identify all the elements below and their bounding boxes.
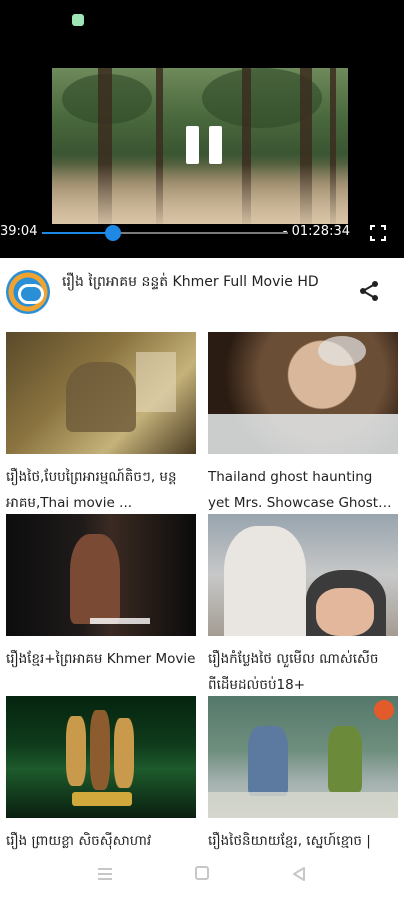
fullscreen-icon[interactable] xyxy=(370,225,386,241)
status-indicator-icon xyxy=(72,14,84,26)
seek-thumb[interactable] xyxy=(105,225,122,241)
video-title: រឿងខ្មែរ+ព្រៃអាគម Khmer Movie xyxy=(6,651,196,667)
video-thumbnail[interactable] xyxy=(208,514,398,636)
video-header: រឿង ព្រៃអាគម នន្ទត់ Khmer Full Movie HD xyxy=(0,258,404,322)
video-player[interactable]: 39:04 - 01:28:34 xyxy=(0,0,404,258)
video-title: Thailand ghost haunting yet Mrs. Showcas… xyxy=(208,469,379,511)
home-icon[interactable] xyxy=(195,866,209,880)
pause-button[interactable] xyxy=(186,126,222,164)
system-navigation-bar xyxy=(0,852,404,900)
video-title: រឿងថៃនិយាយខ្មែរ, ស្នេហ៍ខ្មោច | xyxy=(208,833,371,849)
menu-icon[interactable] xyxy=(98,868,112,880)
elapsed-time: 39:04 xyxy=(0,224,38,239)
channel-logo[interactable] xyxy=(6,270,50,314)
seek-bar[interactable] xyxy=(42,225,288,241)
total-time: - 01:28:34 xyxy=(282,224,350,239)
video-title: រឿងកំប្លែងថៃ លួមើល ណាស់សើចពីដើមដល់ចប់18+ xyxy=(208,651,379,693)
video-title: រឿង ព្រៃអាគម នន្ទត់ Khmer Full Movie HD xyxy=(62,274,319,290)
video-thumbnail[interactable] xyxy=(6,696,196,818)
video-title: រឿង ព្រាយខ្លា សិចស៊ីសាហាវ xyxy=(6,833,152,849)
back-icon[interactable] xyxy=(292,866,306,882)
share-icon[interactable] xyxy=(358,280,380,302)
video-title: រឿងថៃ,បែបព្រៃអារម្មណ៍តិចៗ, មន្តអាគម,Thai… xyxy=(6,469,177,511)
video-thumbnail[interactable] xyxy=(6,332,196,454)
video-thumbnail[interactable] xyxy=(208,332,398,454)
video-thumbnail[interactable] xyxy=(208,696,398,818)
video-thumbnail[interactable] xyxy=(6,514,196,636)
related-videos-grid: រឿងថៃ,បែបព្រៃអារម្មណ៍តិចៗ, មន្តអាគម,Thai… xyxy=(0,322,404,862)
